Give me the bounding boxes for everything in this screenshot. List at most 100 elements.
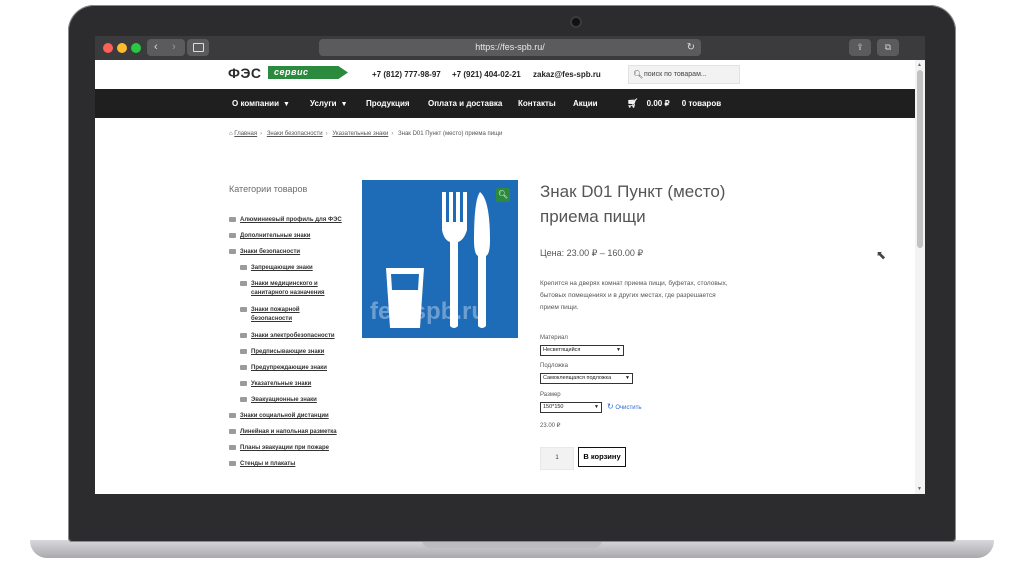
maximize-window-button[interactable] — [131, 43, 141, 53]
folder-icon — [240, 365, 247, 370]
folder-icon — [229, 217, 236, 222]
logo-sub-text: сервис — [268, 66, 348, 79]
breadcrumb-home[interactable]: Главная — [234, 131, 257, 137]
search-input[interactable]: 🔍︎ поиск по товарам... — [628, 65, 740, 84]
email-link[interactable]: zakaz@fes-spb.ru — [533, 70, 601, 79]
subcategory-item-line2[interactable]: безопасности — [251, 316, 292, 322]
scrollbar-thumb[interactable] — [917, 70, 923, 248]
share-button[interactable]: ⇪ — [849, 39, 871, 56]
camera-icon — [572, 18, 580, 26]
folder-icon — [240, 265, 247, 270]
basket-icon: 🛒︎ — [627, 98, 639, 108]
image-watermark: fes-spb.ru — [370, 298, 487, 325]
sidebar-toggle-button[interactable] — [187, 39, 209, 56]
chevron-down-icon: ▼ — [283, 101, 290, 108]
nav-label: О компании — [232, 99, 279, 108]
folder-icon — [229, 413, 236, 418]
sidebar-icon — [193, 43, 204, 52]
search-placeholder: поиск по товарам... — [644, 71, 707, 78]
home-icon: ⌂ — [229, 131, 233, 137]
category-item[interactable]: Стенды и плакаты — [229, 461, 295, 467]
nav-item-payment-delivery[interactable]: Оплата и доставка — [428, 89, 502, 118]
chevron-down-icon: ▼ — [616, 347, 621, 353]
category-item[interactable]: Дополнительные знаки — [229, 233, 310, 239]
site-logo[interactable]: ФЭС сервис — [228, 65, 348, 81]
category-item[interactable]: Планы эвакуации при пожаре — [229, 445, 329, 451]
site-header: ФЭС сервис +7 (812) 777-98-97 +7 (921) 4… — [95, 60, 915, 89]
breadcrumb-directional-signs[interactable]: Указательные знаки — [332, 131, 388, 137]
nav-item-services[interactable]: Услуги ▼ — [310, 89, 348, 118]
forward-icon[interactable]: › — [172, 41, 176, 53]
folder-icon — [229, 461, 236, 466]
tabs-button[interactable]: ⧉ — [877, 39, 899, 56]
chevron-down-icon: ▼ — [594, 404, 599, 410]
address-bar[interactable]: https://fes-spb.ru/ ↻ — [319, 39, 701, 56]
material-select[interactable]: Несветящийся ▼ — [540, 345, 624, 356]
product-image[interactable]: 🔍︎ fes-spb.ru — [362, 180, 518, 338]
folder-icon — [240, 281, 247, 286]
browser-toolbar: ‹ › https://fes-spb.ru/ ↻ ⇪ ⧉ — [95, 36, 925, 60]
subcategory-item-line2[interactable]: санитарного назначения — [251, 290, 325, 296]
breadcrumb-safety-signs[interactable]: Знаки безопасности — [267, 131, 323, 137]
breadcrumb: ⌂ Главная › Знаки безопасности › Указатель… — [229, 131, 503, 137]
cart-link[interactable]: 🛒︎ 0.00 ₽ 0 товаров — [627, 89, 721, 118]
cart-count: 0 товаров — [681, 99, 722, 108]
back-icon[interactable]: ‹ — [154, 41, 158, 53]
phone-2[interactable]: +7 (921) 404-02-21 — [452, 70, 521, 79]
subcategory-item[interactable]: Знаки медицинского и — [240, 281, 318, 287]
subcategory-item[interactable]: Предписывающие знаки — [240, 349, 324, 355]
reload-icon[interactable]: ↻ — [687, 39, 695, 56]
page-scrollbar[interactable]: ▲ ▼ — [915, 60, 925, 494]
history-nav: ‹ › — [147, 39, 185, 56]
material-label: Материал — [540, 335, 568, 341]
category-item[interactable]: Алюминиевый профиль для ФЭС — [229, 217, 342, 223]
subcategory-item[interactable]: Предупреждающие знаки — [240, 365, 327, 371]
zoom-button[interactable]: 🔍︎ — [496, 188, 510, 202]
subcategory-item[interactable]: Запрещающие знаки — [240, 265, 313, 271]
chevron-down-icon: ▼ — [340, 101, 348, 108]
folder-icon — [240, 333, 247, 338]
category-item[interactable]: Знаки социальной дистанции — [229, 413, 329, 419]
nav-item-about[interactable]: О компании ▼ — [232, 89, 290, 118]
backing-select[interactable]: Самоклеящаяся подложка ▼ — [540, 373, 633, 384]
variation-price: 23.00 ₽ — [540, 423, 561, 429]
phone-1[interactable]: +7 (812) 777-98-97 — [372, 70, 441, 79]
size-select[interactable]: 150*150 ▼ — [540, 402, 602, 413]
refresh-icon: ↻ — [607, 402, 614, 411]
nav-item-contacts[interactable]: Контакты — [518, 89, 556, 118]
folder-icon — [229, 429, 236, 434]
product-description: Крепится на дверях комнат приема пищи, б… — [540, 280, 728, 311]
browser-window: ‹ › https://fes-spb.ru/ ↻ ⇪ ⧉ ФЭС сервис… — [95, 36, 925, 494]
folder-icon — [229, 233, 236, 238]
size-label: Размер — [540, 392, 561, 398]
folder-icon — [240, 397, 247, 402]
category-item[interactable]: Линейная и напольная разметка — [229, 429, 337, 435]
subcategory-item[interactable]: Указательные знаки — [240, 381, 311, 387]
url-text: https://fes-spb.ru/ — [475, 42, 545, 52]
folder-icon — [240, 349, 247, 354]
folder-icon — [240, 381, 247, 386]
folder-icon — [229, 445, 236, 450]
clear-selection-link[interactable]: ↻ Очистить — [607, 402, 642, 411]
nav-item-products[interactable]: Продукция — [366, 89, 410, 118]
add-to-cart-button[interactable]: В корзину — [578, 447, 626, 467]
subcategory-item[interactable]: Знаки электробезопасности — [240, 333, 335, 339]
backing-value: Самоклеящаяся подложка — [543, 375, 612, 381]
size-value: 150*150 — [543, 404, 564, 410]
folder-icon — [240, 307, 247, 312]
close-window-button[interactable] — [103, 43, 113, 53]
subcategory-item[interactable]: Знаки пожарной — [240, 307, 300, 313]
nav-label: Услуги — [310, 99, 337, 108]
subcategory-item[interactable]: Эвакуационные знаки — [240, 397, 317, 403]
product-title: Знак D01 Пункт (место) приема пищи — [540, 182, 726, 226]
nav-item-promotions[interactable]: Акции — [573, 89, 598, 118]
scroll-down-icon[interactable]: ▼ — [917, 486, 922, 492]
category-item[interactable]: Знаки безопасности — [229, 249, 300, 255]
clear-label: Очистить — [615, 405, 642, 411]
quantity-input[interactable]: 1 — [540, 447, 574, 470]
logo-main-text: ФЭС — [228, 65, 262, 81]
product-price: Цена: 23.00 ₽ – 160.00 ₽ — [540, 248, 644, 258]
minimize-window-button[interactable] — [117, 43, 127, 53]
laptop-base — [30, 540, 994, 558]
scroll-up-icon[interactable]: ▲ — [917, 62, 922, 68]
